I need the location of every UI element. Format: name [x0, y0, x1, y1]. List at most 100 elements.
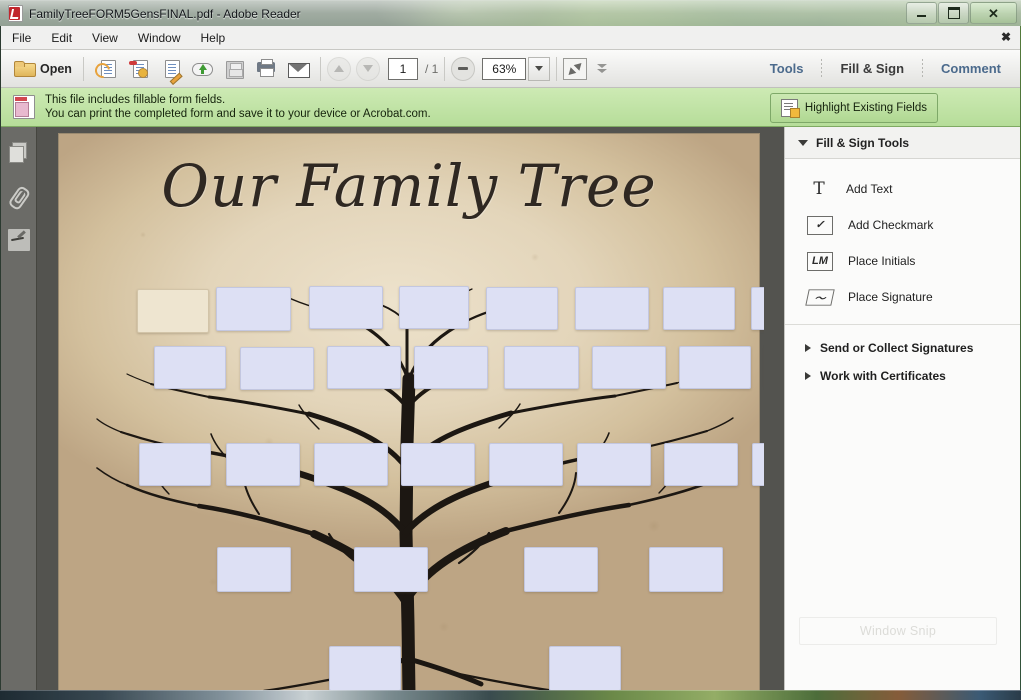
- form-field-27[interactable]: [524, 547, 598, 592]
- task-divider-1: [821, 59, 822, 79]
- form-field-14[interactable]: [592, 346, 666, 389]
- chevron-right-icon: [805, 372, 811, 380]
- form-field-23[interactable]: [664, 443, 738, 486]
- document-viewport[interactable]: Our Family Tree: [38, 127, 764, 691]
- form-field-13[interactable]: [504, 346, 579, 389]
- form-field-1[interactable]: [137, 289, 209, 333]
- print-icon: [255, 59, 277, 79]
- tab-comment[interactable]: Comment: [930, 57, 1012, 80]
- attachments-paperclip-icon[interactable]: [3, 181, 34, 212]
- notification-line-2: You can print the completed form and sav…: [45, 107, 431, 122]
- form-field-30[interactable]: [549, 646, 621, 691]
- menu-edit[interactable]: Edit: [42, 28, 81, 48]
- form-field-19[interactable]: [314, 443, 388, 486]
- section-send-or-collect-signatures[interactable]: Send or Collect Signatures: [785, 334, 1020, 362]
- menu-view[interactable]: View: [83, 28, 127, 48]
- form-field-20[interactable]: [401, 443, 475, 486]
- zoom-out-button[interactable]: [451, 57, 475, 81]
- form-field-17[interactable]: [139, 443, 211, 486]
- content-area: Our Family Tree: [1, 127, 1020, 691]
- form-field-3[interactable]: [309, 286, 383, 329]
- form-field-8[interactable]: [751, 287, 764, 330]
- highlight-fields-icon: [781, 99, 798, 117]
- double-chevron-down-icon[interactable]: [597, 63, 608, 75]
- notification-line-1: This file includes fillable form fields.: [45, 93, 431, 108]
- chevron-down-icon: [798, 140, 808, 146]
- export-pdf-button[interactable]: [122, 56, 154, 82]
- panel-title: Fill & Sign Tools: [816, 136, 909, 150]
- next-page-button[interactable]: [356, 57, 380, 81]
- open-button[interactable]: Open: [9, 58, 77, 80]
- form-field-4[interactable]: [399, 286, 469, 329]
- tab-tools[interactable]: Tools: [759, 57, 815, 80]
- close-document-icon[interactable]: ✖: [998, 29, 1014, 45]
- form-field-15[interactable]: [679, 346, 751, 389]
- edit-pdf-button[interactable]: [154, 56, 186, 82]
- panel-header[interactable]: Fill & Sign Tools: [785, 127, 1020, 159]
- upload-cloud-button[interactable]: [186, 56, 218, 82]
- next-page-arrow-icon: [363, 65, 373, 72]
- tab-fill-and-sign[interactable]: Fill & Sign: [829, 57, 915, 80]
- close-button[interactable]: ✕: [970, 2, 1017, 24]
- checkmark-tool-icon: ✓: [807, 216, 833, 235]
- form-field-2[interactable]: [216, 287, 291, 331]
- signatures-icon[interactable]: [8, 229, 30, 251]
- zoom-out-minus-icon: [458, 67, 468, 70]
- fill-and-sign-panel: Fill & Sign Tools T Add Text ✓ Add Check…: [784, 127, 1020, 691]
- menu-file[interactable]: File: [3, 28, 40, 48]
- form-field-6[interactable]: [575, 287, 649, 330]
- save-button[interactable]: [218, 56, 250, 82]
- create-pdf-icon: [95, 59, 117, 79]
- form-field-7[interactable]: [663, 287, 735, 330]
- form-field-22[interactable]: [577, 443, 651, 486]
- chevron-down-icon: [535, 66, 543, 71]
- form-field-29[interactable]: [329, 646, 401, 691]
- maximize-button[interactable]: [938, 2, 969, 24]
- form-field-18[interactable]: [226, 443, 300, 486]
- chevron-right-icon: [805, 344, 811, 352]
- tool-label-place-signature: Place Signature: [848, 290, 933, 304]
- form-field-25[interactable]: [217, 547, 291, 592]
- print-button[interactable]: [250, 56, 282, 82]
- create-pdf-button[interactable]: [90, 56, 122, 82]
- menu-window[interactable]: Window: [129, 28, 190, 48]
- highlight-existing-fields-button[interactable]: Highlight Existing Fields: [770, 93, 938, 123]
- tool-place-initials[interactable]: LM Place Initials: [785, 243, 1020, 279]
- main-toolbar: Open 1 / 1 63%: [1, 50, 1020, 88]
- form-field-11[interactable]: [327, 346, 401, 389]
- form-field-10[interactable]: [240, 347, 314, 390]
- fit-page-button[interactable]: [563, 58, 587, 80]
- form-field-12[interactable]: [414, 346, 488, 389]
- tool-add-text[interactable]: T Add Text: [785, 171, 1020, 207]
- form-field-24[interactable]: [752, 443, 764, 486]
- section-work-with-certificates[interactable]: Work with Certificates: [785, 362, 1020, 390]
- window-snip-ghost-button[interactable]: Window Snip: [799, 617, 997, 645]
- page-number-input[interactable]: 1: [388, 58, 418, 80]
- menu-bar: File Edit View Window Help ✖: [1, 26, 1020, 50]
- email-button[interactable]: [282, 56, 314, 82]
- zoom-level-input[interactable]: 63%: [482, 58, 526, 80]
- page-total-label: / 1: [425, 62, 438, 76]
- form-field-9[interactable]: [154, 346, 226, 389]
- section-label-signatures: Send or Collect Signatures: [820, 341, 973, 355]
- fillable-form-icon: [13, 95, 35, 119]
- form-field-21[interactable]: [489, 443, 563, 486]
- form-field-26[interactable]: [354, 547, 428, 592]
- page-thumbnails-icon[interactable]: [8, 141, 30, 163]
- section-label-certificates: Work with Certificates: [820, 369, 946, 383]
- folder-icon: [14, 61, 34, 77]
- title-bar: FamilyTreeFORM5GensFINAL.pdf - Adobe Rea…: [0, 0, 1021, 26]
- form-field-5[interactable]: [486, 287, 558, 330]
- tool-add-checkmark[interactable]: ✓ Add Checkmark: [785, 207, 1020, 243]
- tool-label-add-checkmark: Add Checkmark: [848, 218, 933, 232]
- minimize-button[interactable]: [906, 2, 937, 24]
- toolbar-divider-4: [556, 57, 557, 81]
- menu-help[interactable]: Help: [192, 28, 235, 48]
- form-field-28[interactable]: [649, 547, 723, 592]
- pdf-document-icon: [8, 5, 23, 22]
- tool-place-signature[interactable]: 〜 Place Signature: [785, 279, 1020, 315]
- toolbar-divider-3: [444, 57, 445, 81]
- previous-page-button[interactable]: [327, 57, 351, 81]
- zoom-dropdown-button[interactable]: [528, 57, 550, 81]
- upload-to-cloud-icon: [191, 59, 213, 79]
